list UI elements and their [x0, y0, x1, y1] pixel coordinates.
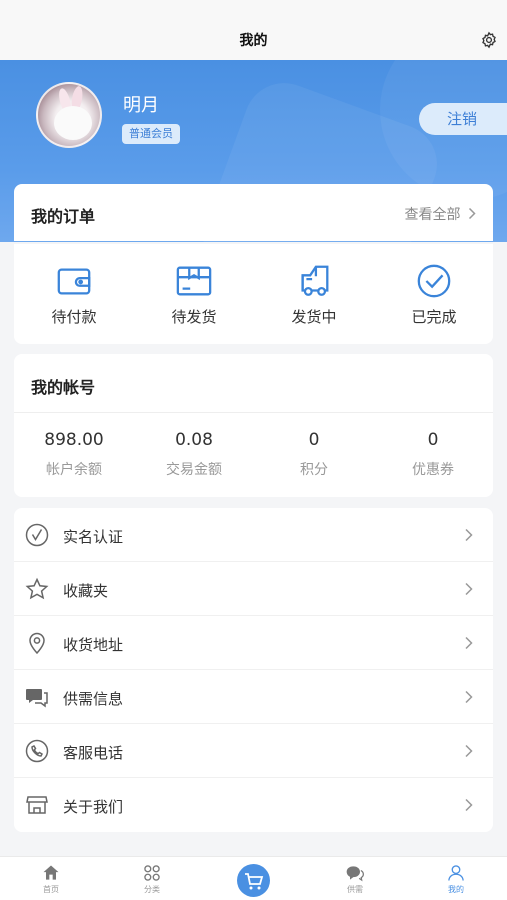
menu-item-label: 收藏夹 [63, 582, 109, 600]
menu-item-label: 收货地址 [63, 636, 124, 654]
stat-value: 0 [427, 430, 439, 450]
logout-button[interactable]: 注销 [419, 103, 507, 135]
stat-label: 交易金额 [166, 462, 222, 478]
stat-points[interactable]: 0 积分 [254, 430, 374, 479]
divider [14, 412, 493, 413]
order-status-completed[interactable]: 已完成 [384, 262, 484, 327]
user-icon [448, 865, 464, 881]
store-icon [26, 796, 48, 814]
category-icon [144, 865, 160, 881]
chat-icon [26, 689, 48, 708]
order-status-label: 发货中 [291, 308, 337, 326]
membership-badge: 普通会员 [122, 124, 180, 144]
chevron-right-icon [465, 798, 473, 812]
view-all-orders-link[interactable]: 查看全部 [405, 204, 477, 224]
star-icon [25, 577, 49, 600]
stat-value: 0 [308, 430, 320, 450]
order-status-pending-payment[interactable]: 待付款 [24, 262, 124, 327]
menu-item-supply-demand[interactable]: 供需信息 [14, 670, 493, 724]
check-circle-icon [417, 264, 451, 298]
stat-label: 优惠券 [412, 462, 454, 478]
stat-transaction-amount[interactable]: 0.08 交易金额 [134, 430, 254, 479]
chat-icon [346, 866, 364, 882]
stat-balance[interactable]: 898.00 帐户余额 [14, 430, 134, 479]
tab-cart[interactable] [237, 864, 270, 897]
chevron-right-icon [465, 690, 473, 704]
menu-item-label: 供需信息 [63, 690, 124, 708]
settings-menu: 实名认证 收藏夹 收货地址 供需信息 客服电话 关于我们 [14, 508, 493, 832]
menu-item-label: 关于我们 [63, 798, 124, 816]
account-panel: 我的帐号 898.00 帐户余额 0.08 交易金额 0 积分 0 优惠券 [14, 354, 493, 497]
gear-icon[interactable] [480, 31, 498, 49]
tab-category[interactable]: 分类 [122, 863, 182, 895]
user-name: 明月 [123, 95, 159, 116]
home-icon [43, 865, 59, 880]
tab-supply-demand[interactable]: 供需 [325, 863, 385, 895]
avatar[interactable] [36, 82, 102, 148]
order-status-label: 已完成 [411, 308, 457, 326]
phone-icon [25, 739, 49, 763]
orders-header: 我的订单 查看全部 [14, 184, 493, 241]
chevron-right-icon [465, 582, 473, 596]
order-status-panel: 待付款 待发货 发货中 已完成 [14, 244, 493, 344]
package-icon [176, 266, 212, 296]
stat-coupons[interactable]: 0 优惠券 [373, 430, 493, 479]
view-all-label: 查看全部 [404, 207, 461, 223]
location-icon [29, 632, 45, 655]
top-bar: 我的 [0, 0, 507, 60]
menu-item-label: 实名认证 [63, 528, 124, 546]
menu-item-favorites[interactable]: 收藏夹 [14, 562, 493, 616]
menu-item-verification[interactable]: 实名认证 [14, 508, 493, 562]
chevron-right-icon [465, 528, 473, 542]
chevron-right-icon [468, 207, 476, 220]
avatar-rabbit-head [54, 106, 92, 140]
verify-icon [25, 523, 49, 547]
chevron-right-icon [465, 636, 473, 650]
order-status-shipping[interactable]: 发货中 [264, 262, 364, 327]
truck-icon [301, 265, 329, 296]
account-title: 我的帐号 [31, 378, 96, 397]
order-status-pending-shipment[interactable]: 待发货 [144, 262, 244, 327]
tab-label: 首页 [43, 885, 59, 894]
tab-label: 供需 [347, 885, 363, 894]
wallet-icon [57, 268, 91, 295]
stat-label: 帐户余额 [46, 462, 102, 478]
tab-label: 分类 [144, 885, 160, 894]
order-status-label: 待付款 [51, 308, 97, 326]
cart-icon [245, 873, 264, 890]
stat-value: 0.08 [175, 430, 213, 450]
stat-label: 积分 [300, 462, 328, 478]
stat-value: 898.00 [44, 430, 104, 450]
page-title: 我的 [239, 33, 268, 49]
tab-mine[interactable]: 我的 [426, 863, 486, 895]
tab-home[interactable]: 首页 [21, 863, 81, 895]
menu-item-label: 客服电话 [63, 744, 124, 762]
menu-item-shipping-address[interactable]: 收货地址 [14, 616, 493, 670]
menu-item-customer-service[interactable]: 客服电话 [14, 724, 493, 778]
tab-label: 我的 [448, 885, 464, 894]
order-status-label: 待发货 [171, 308, 217, 326]
chevron-right-icon [465, 744, 473, 758]
menu-item-about-us[interactable]: 关于我们 [14, 778, 493, 832]
orders-title: 我的订单 [31, 207, 96, 226]
